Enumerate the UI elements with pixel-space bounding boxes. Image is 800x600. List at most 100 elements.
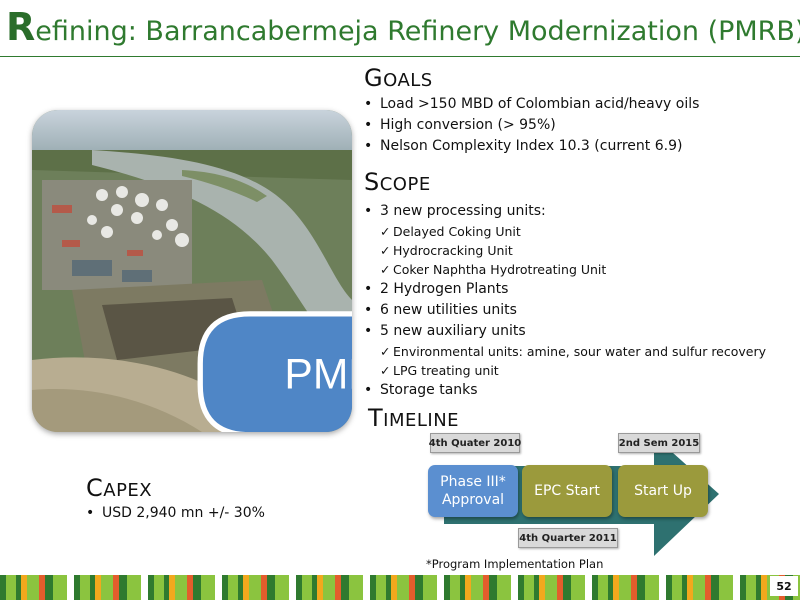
goals-list: Load >150 MBD of Colombian acid/heavy oi… xyxy=(364,94,699,157)
strip-bar xyxy=(740,575,746,600)
strip-bar xyxy=(733,575,740,600)
timeline-diagram: 4th Quater 2010 2nd Sem 2015 Phase III* … xyxy=(424,428,724,563)
strip-bar xyxy=(302,575,312,600)
strip-bar xyxy=(187,575,193,600)
strip-bar xyxy=(397,575,409,600)
strip-bar xyxy=(666,575,672,600)
strip-bar xyxy=(687,575,693,600)
start-up-box: Start Up xyxy=(618,465,708,517)
strip-bar xyxy=(415,575,423,600)
strip-bar xyxy=(437,575,444,600)
strip-bar xyxy=(127,575,141,600)
scope-subitem: Environmental units: amine, sour water a… xyxy=(364,342,766,361)
strip-bar xyxy=(148,575,154,600)
strip-bar xyxy=(228,575,238,600)
strip-bar xyxy=(682,575,687,600)
strip-bar xyxy=(376,575,386,600)
strip-bar xyxy=(45,575,53,600)
strip-bar xyxy=(39,575,45,600)
strip-bar xyxy=(95,575,101,600)
footnote: *Program Implementation Plan xyxy=(426,557,604,571)
strip-bar xyxy=(711,575,719,600)
strip-bar xyxy=(312,575,317,600)
strip-bar xyxy=(267,575,275,600)
strip-bar xyxy=(363,575,370,600)
strip-bar xyxy=(619,575,631,600)
strip-bar xyxy=(483,575,489,600)
scope-subitem: Delayed Coking Unit xyxy=(364,222,766,241)
strip-bar xyxy=(215,575,222,600)
scope-item: 2 Hydrogen Plants xyxy=(364,279,766,300)
strip-bar xyxy=(423,575,437,600)
capex-item: USD 2,940 mn +/- 30% xyxy=(86,503,265,524)
strip-bar xyxy=(222,575,228,600)
strip-bar xyxy=(511,575,518,600)
strip-bar xyxy=(497,575,511,600)
strip-bar xyxy=(80,575,90,600)
refinery-aerial-photo: PMRB xyxy=(32,110,352,432)
strip-bar xyxy=(243,575,249,600)
strip-bar xyxy=(524,575,534,600)
strip-bar xyxy=(21,575,27,600)
strip-bar xyxy=(74,575,80,600)
pmrb-callout-label: PMRB xyxy=(284,351,352,399)
scope-heading: SCOPE xyxy=(364,168,431,196)
strip-bar xyxy=(557,575,563,600)
phase-approval-box: Phase III* Approval xyxy=(428,465,518,517)
decorative-color-strip xyxy=(0,575,800,600)
capex-heading: CAPEX xyxy=(86,474,153,502)
scope-item: 5 new auxiliary units xyxy=(364,321,766,342)
strip-bar xyxy=(631,575,637,600)
strip-bar xyxy=(119,575,127,600)
strip-bar xyxy=(534,575,539,600)
strip-bar xyxy=(756,575,761,600)
strip-bar xyxy=(175,575,187,600)
goals-item: Load >150 MBD of Colombian acid/heavy oi… xyxy=(364,94,699,115)
strip-bar xyxy=(238,575,243,600)
title-initial: R xyxy=(6,5,36,49)
strip-bar xyxy=(249,575,261,600)
strip-bar xyxy=(705,575,711,600)
strip-bar xyxy=(27,575,39,600)
strip-bar xyxy=(193,575,201,600)
pmrb-callout: PMRB xyxy=(197,311,352,432)
strip-bar xyxy=(0,575,6,600)
strip-bar xyxy=(465,575,471,600)
timeline-tag-2010: 4th Quater 2010 xyxy=(429,433,521,453)
strip-bar xyxy=(101,575,113,600)
goals-heading: GOALS xyxy=(364,64,433,92)
strip-bar xyxy=(53,575,67,600)
strip-bar xyxy=(317,575,323,600)
goals-item: Nelson Complexity Index 10.3 (current 6.… xyxy=(364,136,699,157)
strip-bar xyxy=(370,575,376,600)
scope-item: 6 new utilities units xyxy=(364,300,766,321)
strip-bar xyxy=(613,575,619,600)
scope-subitem: Coker Naphtha Hydrotreating Unit xyxy=(364,260,766,279)
strip-bar xyxy=(6,575,16,600)
strip-bar xyxy=(444,575,450,600)
strip-bar xyxy=(141,575,148,600)
strip-bar xyxy=(637,575,645,600)
strip-bar xyxy=(545,575,557,600)
scope-item: Storage tanks xyxy=(364,380,766,401)
strip-bar xyxy=(608,575,613,600)
strip-bar xyxy=(598,575,608,600)
strip-bar xyxy=(67,575,74,600)
page-number: 52 xyxy=(770,576,798,596)
strip-bar xyxy=(164,575,169,600)
timeline-tag-2015: 2nd Sem 2015 xyxy=(618,433,700,453)
strip-bar xyxy=(450,575,460,600)
strip-bar xyxy=(719,575,733,600)
strip-bar xyxy=(275,575,289,600)
strip-bar xyxy=(571,575,585,600)
strip-bar xyxy=(659,575,666,600)
strip-bar xyxy=(645,575,659,600)
strip-bar xyxy=(539,575,545,600)
strip-bar xyxy=(518,575,524,600)
strip-bar xyxy=(409,575,415,600)
strip-bar xyxy=(460,575,465,600)
capex-list: USD 2,940 mn +/- 30% xyxy=(86,503,265,524)
strip-bar xyxy=(289,575,296,600)
timeline-tag-2011: 4th Quarter 2011 xyxy=(518,528,618,548)
scope-list: 3 new processing units: Delayed Coking U… xyxy=(364,201,766,401)
